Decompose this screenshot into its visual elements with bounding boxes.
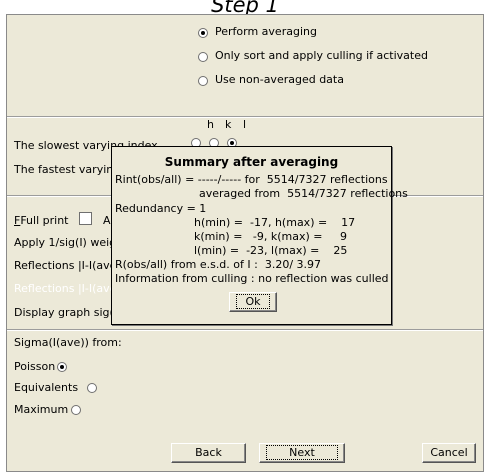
summary-title: Summary after averaging [164, 155, 339, 169]
summary-dialog: Summary after averaging Rint(obs/all) = … [111, 146, 408, 325]
separator [7, 329, 483, 331]
reflections-label-2: Reflections |I-I(ave [14, 282, 117, 295]
perform-averaging-radio[interactable] [198, 28, 208, 38]
non-averaged-label: Use non-averaged data [215, 73, 344, 86]
non-averaged-radio[interactable] [198, 76, 208, 86]
robs-line: R(obs/all) from e.s.d. of I : 3.20/ 3.97 [115, 258, 322, 271]
header-k: k [225, 118, 232, 131]
header-l: l [243, 118, 247, 131]
reflections-label-1: Reflections |I-I(ave [14, 259, 117, 272]
sort-culling-label: Only sort and apply culling if activated [215, 49, 428, 62]
full-print-checkbox[interactable] [79, 212, 92, 225]
header-h: h [207, 118, 214, 131]
ok-button[interactable]: Ok [229, 292, 277, 312]
culling-line: Information from culling : no reflection… [115, 272, 389, 285]
full-print-suffix: A [103, 214, 111, 227]
k-range-line: k(min) = -9, k(max) = 9 [194, 230, 347, 243]
perform-averaging-label: Perform averaging [215, 25, 317, 38]
sigma-label: Sigma(I(ave)) from: [14, 336, 122, 349]
poisson-radio[interactable] [57, 362, 67, 372]
h-range-line: h(min) = -17, h(max) = 17 [194, 216, 356, 229]
apply-weight-label: Apply 1/sig(I) weig [14, 236, 117, 249]
full-print-label: FFull print [14, 214, 69, 227]
window-title: Step 1 [211, 0, 279, 15]
poisson-label: Poisson [14, 360, 56, 373]
maximum-label: Maximum [14, 403, 69, 416]
display-graph-label: Display graph sig(I [14, 306, 118, 319]
equivalents-radio[interactable] [87, 383, 97, 393]
cancel-button[interactable]: Cancel [422, 443, 476, 463]
equivalents-label: Equivalents [14, 381, 79, 394]
sort-culling-radio[interactable] [198, 52, 208, 62]
next-button[interactable]: Next [259, 443, 345, 463]
rint-line: Rint(obs/all) = -----/----- for 5514/732… [115, 173, 388, 186]
maximum-radio[interactable] [71, 405, 81, 415]
back-button[interactable]: Back [171, 443, 246, 463]
l-range-line: l(min) = -23, l(max) = 25 [194, 244, 348, 257]
averaged-line: averaged from 5514/7327 reflections [199, 187, 408, 200]
redundancy-line: Redundancy = 1 [115, 202, 207, 215]
